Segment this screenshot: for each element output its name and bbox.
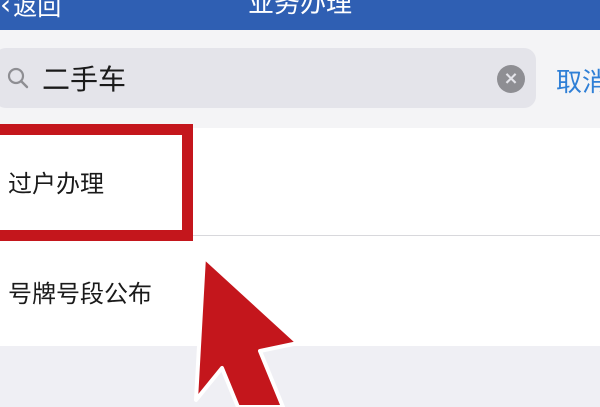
search-area: × 取消 [0,30,600,128]
search-box[interactable] [0,48,536,108]
navigation-bar: ‹ 返回 业务办理 [0,0,600,30]
page-title: 业务办理 [247,0,352,19]
results-list: 过户办理 号牌号段公布 [0,128,600,346]
list-item-label: 过户办理 [8,170,104,198]
clear-icon[interactable]: × [497,65,525,93]
list-item-plate-numbers[interactable]: 号牌号段公布 [0,236,600,346]
empty-background [0,346,600,407]
screen: ‹ 返回 业务办理 × 取消 过户办理 号牌号段公布 [0,0,600,407]
cancel-button[interactable]: 取消 [556,62,600,98]
list-item-label: 号牌号段公布 [8,279,152,308]
search-input[interactable] [42,56,472,100]
list-item-transfer[interactable]: 过户办理 [0,128,600,236]
search-icon [7,67,29,89]
